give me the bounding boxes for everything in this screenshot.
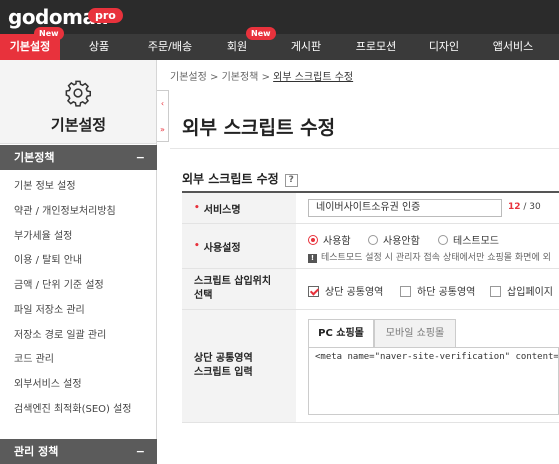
required-icon: • <box>194 241 200 251</box>
checkbox-label: 하단 공통영역 <box>417 287 476 298</box>
page-title: 외부 스크립트 수정 <box>182 117 336 139</box>
breadcrumb: 기본설정 > 기본정책 > 외부 스크립트 수정 <box>170 68 353 83</box>
nav-item-promotion[interactable]: 프로모션 <box>340 34 412 60</box>
tab-mobile-shop[interactable]: 모바일 쇼핑몰 <box>374 319 456 348</box>
checkbox-label: 삽입페이지 <box>507 287 553 298</box>
script-textarea[interactable]: <meta name="naver-site-verification" con… <box>308 347 559 415</box>
row-top-script: 상단 공통영역스크립트 입력 PC 쇼핑몰 모바일 쇼핑몰 <meta name… <box>182 310 559 423</box>
section-title: 외부 스크립트 수정? <box>182 170 298 187</box>
sidebar-title: 기본설정 <box>50 116 107 134</box>
radio-icon[interactable] <box>368 235 378 245</box>
radio-checked-icon[interactable] <box>308 235 318 245</box>
nav-item-label: 게시판 <box>290 40 322 53</box>
nav-item-label: 프로모션 <box>355 40 397 53</box>
sidebar-category-basic-policy[interactable]: 기본정책 − <box>0 145 157 170</box>
checkbox-icon[interactable] <box>400 286 411 297</box>
sidebar-item-code[interactable]: 코드 관리 <box>14 350 54 365</box>
breadcrumb-separator: > <box>261 72 270 83</box>
nav-item-label: 앱서비스 <box>492 40 534 53</box>
nav-item-label: 주문/배송 <box>147 40 193 53</box>
divider <box>170 148 559 149</box>
sidebar-toggle[interactable]: ‹ » <box>157 90 169 142</box>
row-usage: • 사용설정 사용함 사용안함 테스트모드 ! 테스트모드 설정 시 관리자 접속 … <box>182 224 559 269</box>
nav-item-board[interactable]: 게시판 <box>272 34 340 60</box>
nav-item-label: 디자인 <box>428 40 460 53</box>
sidebar-item-external-service[interactable]: 외부서비스 설정 <box>14 375 82 390</box>
sidebar-item-usage-guide[interactable]: 이용 / 탈퇴 안내 <box>14 251 82 266</box>
label-service-name: • 서비스명 <box>182 193 296 223</box>
sidebar-item-file-storage[interactable]: 파일 저장소 관리 <box>14 301 85 316</box>
radio-label: 사용함 <box>323 236 351 247</box>
sidebar-category-label: 기본정책 <box>14 151 55 164</box>
help-icon[interactable]: ? <box>284 174 298 187</box>
label-text: 서비스명 <box>203 204 241 216</box>
usage-note: ! 테스트모드 설정 시 관리자 접속 상태에서만 쇼핑몰 화면에 외 <box>308 250 551 263</box>
radio-not-use[interactable]: 사용안함 <box>368 232 420 247</box>
row-insert-position: 스크립트 삽입위치선택 상단 공통영역 하단 공통영역 삽입페이지 <box>182 269 559 310</box>
label-top-script: 상단 공통영역스크립트 입력 <box>182 310 296 422</box>
collapse-minus-icon[interactable]: − <box>136 145 145 170</box>
radio-icon[interactable] <box>438 235 448 245</box>
chevron-left-icon[interactable]: ‹ <box>157 91 168 117</box>
label-text: 선택 <box>194 290 213 301</box>
note-text: 테스트모드 설정 시 관리자 접속 상태에서만 쇼핑몰 화면에 외 <box>321 253 551 263</box>
checkbox-checked-icon[interactable] <box>308 286 319 297</box>
sidebar-item-vat[interactable]: 부가세율 설정 <box>14 227 72 242</box>
row-service-name: • 서비스명 네이버사이트소유권 인증 12 / 30 <box>182 193 559 224</box>
label-text: 상단 공통영역 <box>194 353 253 364</box>
label-insert-position: 스크립트 삽입위치선택 <box>182 269 296 309</box>
label-text: 스크립트 입력 <box>194 367 253 378</box>
top-bar: godomall pro <box>0 0 559 34</box>
info-icon: ! <box>308 254 317 263</box>
nav-item-members[interactable]: New 회원 <box>202 27 276 60</box>
nav-item-orders[interactable]: 주문/배송 <box>138 34 202 60</box>
main-nav: New 기본설정 상품 주문/배송 New 회원 게시판 프로모션 디자인 앱서… <box>0 27 559 60</box>
nav-item-label: 기본설정 <box>9 40 51 53</box>
service-name-input[interactable]: 네이버사이트소유권 인증 <box>308 199 502 217</box>
required-icon: • <box>194 203 200 213</box>
radio-test-mode[interactable]: 테스트모드 <box>438 232 499 247</box>
label-usage: • 사용설정 <box>182 224 296 268</box>
collapse-minus-icon[interactable]: − <box>136 439 145 464</box>
breadcrumb-basic-policy[interactable]: 기본정책 <box>222 72 259 83</box>
checkbox-bottom-common[interactable]: 하단 공통영역 <box>400 283 475 298</box>
sidebar-item-storage-path[interactable]: 저장소 경로 일괄 관리 <box>14 326 106 341</box>
radio-label: 사용안함 <box>383 236 420 247</box>
nav-item-products[interactable]: 상품 <box>60 34 138 60</box>
sidebar-item-terms[interactable]: 약관 / 개인정보처리방침 <box>14 202 116 217</box>
gear-icon <box>65 80 92 107</box>
char-count-current: 12 <box>508 202 521 212</box>
nav-item-basic-settings[interactable]: New 기본설정 <box>0 27 64 60</box>
breadcrumb-current[interactable]: 외부 스크립트 수정 <box>273 72 353 83</box>
nav-item-label: 회원 <box>226 40 248 53</box>
tab-pc-shop[interactable]: PC 쇼핑몰 <box>308 319 374 348</box>
label-text: 스크립트 삽입위치 <box>194 276 272 287</box>
nav-item-design[interactable]: 디자인 <box>412 34 476 60</box>
sidebar-category-management-policy[interactable]: 관리 정책 − <box>0 439 157 464</box>
checkbox-top-common[interactable]: 상단 공통영역 <box>308 283 383 298</box>
main-content: 기본설정 > 기본정책 > 외부 스크립트 수정 외부 스크립트 수정 외부 스… <box>170 60 559 464</box>
radio-label: 테스트모드 <box>453 236 499 247</box>
breadcrumb-separator: > <box>210 72 219 83</box>
checkbox-insert-page[interactable]: 삽입페이지 <box>490 283 553 298</box>
sidebar-item-currency[interactable]: 금액 / 단위 기준 설정 <box>14 276 104 291</box>
checkbox-label: 상단 공통영역 <box>325 287 384 298</box>
sidebar-item-basic-info[interactable]: 기본 정보 설정 <box>14 177 76 192</box>
form-table: • 서비스명 네이버사이트소유권 인증 12 / 30 • 사용설정 사용함 사용안… <box>182 191 559 423</box>
radio-use[interactable]: 사용함 <box>308 232 351 247</box>
breadcrumb-basic-settings[interactable]: 기본설정 <box>170 72 207 83</box>
label-text: 사용설정 <box>203 242 241 254</box>
char-count: 12 / 30 <box>508 202 541 212</box>
sidebar-item-seo[interactable]: 검색엔진 최적화(SEO) 설정 <box>14 400 132 415</box>
nav-item-label: 상품 <box>88 40 110 53</box>
double-chevron-icon[interactable]: » <box>157 117 168 143</box>
section-title-text: 외부 스크립트 수정 <box>182 172 279 186</box>
sidebar-category-label: 관리 정책 <box>14 445 59 458</box>
checkbox-icon[interactable] <box>490 286 501 297</box>
char-count-max: / 30 <box>523 202 541 212</box>
nav-item-app-service[interactable]: 앱서비스 <box>476 34 550 60</box>
pro-badge: pro <box>88 8 123 23</box>
